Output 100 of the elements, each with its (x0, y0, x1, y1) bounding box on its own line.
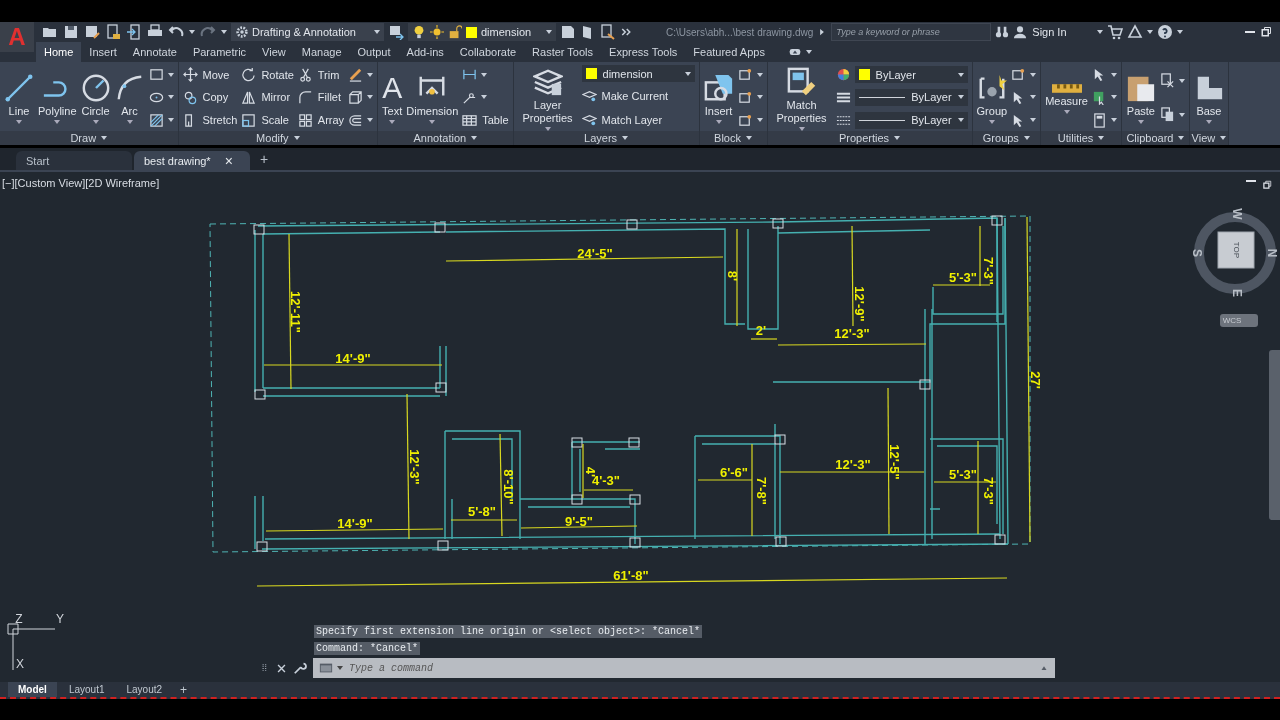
ribbon-button[interactable]: Mirror (241, 87, 294, 108)
ribbon-button[interactable]: Fillet (297, 87, 345, 108)
add-layout-button[interactable]: + (174, 682, 194, 697)
dimension-text: 5'-3" (949, 270, 977, 286)
dropdown[interactable]: ByLayer (854, 66, 968, 84)
dimension-text: 7'-3" (980, 257, 996, 285)
dimension-text: 12'-3" (834, 326, 870, 342)
user-icon (1013, 25, 1028, 39)
layout-tab[interactable]: Layout2 (116, 682, 173, 697)
ribbon-button[interactable]: Move (182, 64, 238, 85)
properties-icon (600, 24, 616, 40)
panel-title[interactable]: Modify (178, 131, 378, 145)
ribbon-button[interactable]: Group (976, 71, 1008, 124)
layer-dropdown[interactable]: dimension (408, 23, 556, 41)
more-icon (620, 26, 632, 38)
ribbon-tab[interactable]: Raster Tools (524, 42, 602, 62)
save-icon (63, 24, 79, 40)
caret-icon (988, 120, 995, 124)
ribbon-button[interactable]: Scale (241, 110, 294, 131)
panel-title[interactable]: Annotation (378, 131, 513, 145)
calculator-tool[interactable] (1091, 110, 1117, 131)
viewport-label[interactable]: [−][Custom View][2D Wireframe] (2, 177, 160, 189)
file-tab[interactable]: Start (16, 151, 132, 170)
ribbon-tab[interactable]: Featured Apps (685, 42, 773, 62)
dropdown[interactable]: ByLayer (854, 89, 968, 106)
ribbon-tab[interactable]: Express Tools (601, 42, 686, 62)
caret-icon (1137, 120, 1144, 124)
ribbon-tab[interactable]: Output (349, 42, 399, 62)
binoculars-icon (995, 25, 1010, 39)
caret-icon (126, 120, 133, 124)
caret-icon (684, 71, 691, 76)
dimension-text: 8' (724, 270, 740, 282)
ribbon-button[interactable]: Stretch (182, 110, 238, 131)
ellipse-icon (148, 90, 164, 105)
ribbon-button[interactable]: Paste (1125, 71, 1156, 124)
ribbon-button[interactable]: Measure (1045, 81, 1088, 114)
caret-icon (189, 30, 195, 34)
axis-label: X (16, 657, 24, 672)
ribbon-tab[interactable]: Add-ins (398, 42, 452, 62)
caret-icon (101, 136, 108, 140)
caret-icon (337, 666, 343, 670)
panel-title[interactable]: Properties (767, 131, 972, 145)
search-field[interactable]: Type a keyword or phrase (831, 23, 992, 41)
table-icon (462, 112, 478, 128)
move-icon (182, 67, 198, 83)
ribbon-tab[interactable]: View (254, 42, 294, 62)
ribbon-button[interactable]: Polyline (38, 71, 77, 124)
documents-icon (1159, 107, 1175, 122)
caret-icon (894, 136, 901, 140)
dropdown[interactable]: dimension (581, 65, 695, 83)
file-tab[interactable]: best drawing* × (134, 151, 250, 170)
ribbon-button[interactable]: Table (462, 110, 509, 131)
new-tab-button[interactable]: + (252, 151, 277, 167)
fillet-icon (297, 90, 313, 105)
ribbon-tab[interactable]: Annotate (124, 42, 185, 62)
caret-icon (1220, 136, 1227, 140)
dimension-text: 6'-6" (720, 465, 748, 481)
caret-icon (622, 136, 629, 140)
dimension-text: 24'-5" (577, 246, 613, 262)
panel-title[interactable]: Clipboard (1121, 131, 1189, 145)
ribbon-button[interactable]: Circle (80, 71, 111, 124)
ribbon-button[interactable]: Base (1193, 71, 1224, 124)
ribbon-button[interactable]: Make Current (581, 86, 695, 106)
caret-icon (54, 120, 61, 124)
layout-tab[interactable]: Model (8, 682, 57, 697)
panel-title[interactable]: Groups (972, 131, 1041, 145)
ribbon-button[interactable]: Array (297, 110, 345, 131)
ribbon-tab[interactable]: Collaborate (451, 42, 525, 62)
ribbon-tab[interactable]: Parametric (184, 42, 255, 62)
array-icon (297, 112, 313, 128)
layout-tab[interactable]: Layout1 (58, 682, 115, 697)
mirror-icon (241, 90, 257, 105)
ribbon-button[interactable]: Match Layer (581, 109, 695, 130)
ribbon-button[interactable]: Line (4, 71, 34, 124)
ribbon-tab[interactable]: Insert (81, 42, 125, 62)
workspace-dropdown[interactable]: Drafting & Annotation (231, 23, 384, 41)
panel-title[interactable]: Utilities (1041, 131, 1121, 145)
rectangle-icon (148, 67, 164, 83)
ribbon-button[interactable]: A Text (382, 71, 403, 124)
ribbon-button[interactable]: Trim (297, 64, 345, 85)
panel-title[interactable]: Layers (513, 131, 699, 145)
close-button[interactable]: × (224, 152, 233, 169)
command-window-icon (319, 661, 333, 675)
caret-icon (471, 136, 478, 140)
command-field[interactable]: Type a command (347, 661, 1035, 675)
panel-title[interactable]: Draw (0, 131, 178, 145)
caret-icon (374, 30, 380, 34)
ribbon-button[interactable]: Rotate (241, 64, 294, 85)
ribbon-tab[interactable]: Manage (293, 42, 350, 62)
ribbon-button[interactable]: Insert (703, 71, 734, 124)
ribbon-tab[interactable]: Home (36, 42, 82, 62)
sign-in-button[interactable]: Sign In (1013, 25, 1094, 39)
panel-title[interactable]: View (1189, 131, 1228, 145)
cart-icon (1107, 24, 1124, 40)
panel-title[interactable]: Block (699, 131, 767, 145)
ribbon-button[interactable]: Dimension (406, 71, 459, 124)
unlocked-icon (448, 25, 462, 39)
ribbon-button[interactable]: Copy (182, 87, 238, 108)
dropdown[interactable]: ByLayer (854, 111, 968, 129)
ribbon-button[interactable]: Arc (114, 71, 145, 124)
